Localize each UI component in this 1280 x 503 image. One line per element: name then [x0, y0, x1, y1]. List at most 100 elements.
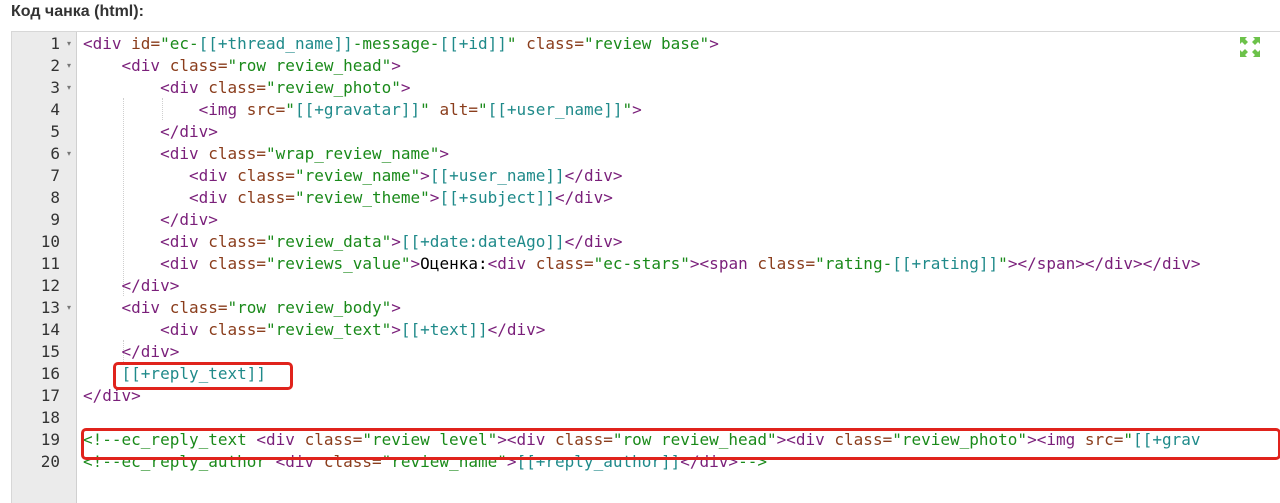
code-token: class=	[237, 166, 295, 185]
line-number: 13	[40, 298, 60, 317]
fold-caret-icon[interactable]: ▾	[63, 77, 75, 99]
line-number: 19	[40, 430, 60, 449]
code-token: "review_text"	[266, 320, 392, 339]
code-token: <div	[188, 166, 238, 185]
code-token: <div	[121, 56, 170, 75]
highlight-box-reply-comment	[81, 428, 1280, 460]
line-number: 4	[50, 100, 60, 119]
code-token: [[+gravatar]]	[294, 100, 421, 119]
code-token: <img	[198, 100, 247, 119]
code-editor[interactable]: 1 ▾ <div id="ec-[[+thread_name]]-message-[…	[11, 31, 1280, 503]
code-text: </div>	[83, 341, 180, 363]
code-token: [[+rating]]	[892, 254, 999, 273]
code-token: class=	[208, 254, 267, 273]
code-token: >	[391, 298, 401, 317]
code-line-15[interactable]: 15 </div>	[12, 341, 1280, 363]
code-token: "	[622, 100, 633, 119]
fold-caret-icon[interactable]: ▾	[63, 55, 75, 77]
code-token: </div>	[564, 166, 623, 185]
code-line-1[interactable]: 1 ▾ <div id="ec-[[+thread_name]]-message-[…	[12, 33, 1280, 55]
code-token: </div>	[555, 188, 613, 207]
fold-caret-icon[interactable]: ▾	[63, 143, 75, 165]
code-token: "	[998, 254, 1008, 273]
code-token: >	[709, 34, 719, 53]
code-token: <span	[699, 254, 758, 273]
line-number: 17	[40, 386, 60, 405]
code-token: "wrap_review_name"	[266, 144, 440, 163]
code-text: <div class="wrap_review_name">	[83, 143, 449, 165]
code-line-3[interactable]: 3 ▾ <div class="review_photo">	[12, 77, 1280, 99]
code-line-14[interactable]: 14 <div class="review_text">[[+text]]</d…	[12, 319, 1280, 341]
code-line-5[interactable]: 5 </div>	[12, 121, 1280, 143]
code-line-6[interactable]: 6 ▾ <div class="wrap_review_name">	[12, 143, 1280, 165]
code-token: class=	[169, 298, 228, 317]
code-token: "	[420, 100, 430, 119]
line-number: 20	[40, 452, 60, 471]
code-line-13[interactable]: 13 ▾ <div class="row review_body">	[12, 297, 1280, 319]
line-number: 10	[40, 232, 60, 251]
code-token: >	[439, 144, 450, 163]
code-token: "review_name"	[294, 166, 421, 185]
line-number: 2	[50, 56, 60, 75]
line-number: 5	[50, 122, 60, 141]
code-line-18[interactable]: 18	[12, 407, 1280, 429]
code-line-2[interactable]: 2 ▾ <div class="row review_head">	[12, 55, 1280, 77]
code-token: "	[285, 100, 295, 119]
code-line-10[interactable]: 10 <div class="review_data">[[+date:date…	[12, 231, 1280, 253]
code-text: </div>	[83, 121, 218, 143]
field-label: Код чанка (html):	[11, 3, 144, 20]
code-token: "ec-	[160, 34, 199, 53]
code-token: <div	[83, 34, 132, 53]
code-token: >	[1007, 254, 1018, 273]
code-line-12[interactable]: 12 </div>	[12, 275, 1280, 297]
code-token: <div	[160, 254, 209, 273]
code-line-11[interactable]: 11 <div class="reviews_value">Оценка:<di…	[12, 253, 1280, 275]
code-token: class=	[757, 254, 816, 273]
line-number: 16	[40, 364, 60, 383]
code-text: <div class="reviews_value">Оценка:<div c…	[83, 253, 1200, 275]
code-text: <div class="review_data">[[+date:dateAgo…	[83, 231, 622, 253]
code-token: class=	[208, 320, 267, 339]
line-number: 3	[50, 78, 60, 97]
fold-caret-icon[interactable]: ▾	[63, 33, 75, 55]
code-text: <div class="row review_head">	[83, 55, 401, 77]
code-token: <div	[121, 298, 170, 317]
code-token: </div>	[160, 122, 218, 141]
code-token: Оценка:	[420, 254, 488, 273]
code-text: <div class="review_text">[[+text]]</div>	[83, 319, 545, 341]
line-number: 8	[50, 188, 60, 207]
code-token: </div>	[121, 276, 180, 295]
code-text: <img src="[[+gravatar]]" alt="[[+user_na…	[83, 99, 642, 121]
code-token: "	[477, 100, 488, 119]
code-token: </div>	[1142, 254, 1201, 273]
code-line-7[interactable]: 7 <div class="review_name">[[+user_name]…	[12, 165, 1280, 187]
fold-caret-icon[interactable]: ▾	[63, 297, 75, 319]
code-token: >	[632, 100, 642, 119]
code-line-9[interactable]: 9 </div>	[12, 209, 1280, 231]
code-token: >	[391, 56, 401, 75]
code-token: "reviews_value"	[266, 254, 411, 273]
code-token: src=	[246, 100, 286, 119]
code-token: <div	[160, 320, 209, 339]
code-token: class=	[516, 34, 584, 53]
code-token: [[+user_name]]	[429, 166, 565, 185]
line-number: 9	[50, 210, 60, 229]
code-token: "review base"	[583, 34, 710, 53]
expand-editor-button[interactable]	[1239, 36, 1261, 58]
code-text: <div class="row review_body">	[83, 297, 401, 319]
code-line-8[interactable]: 8 <div class="review_theme">[[+subject]]…	[12, 187, 1280, 209]
line-number: 18	[40, 408, 60, 427]
code-token: alt=	[429, 100, 478, 119]
code-line-4[interactable]: 4 <img src="[[+gravatar]]" alt="[[+user_…	[12, 99, 1280, 121]
code-token: [[+id]]	[439, 34, 507, 53]
